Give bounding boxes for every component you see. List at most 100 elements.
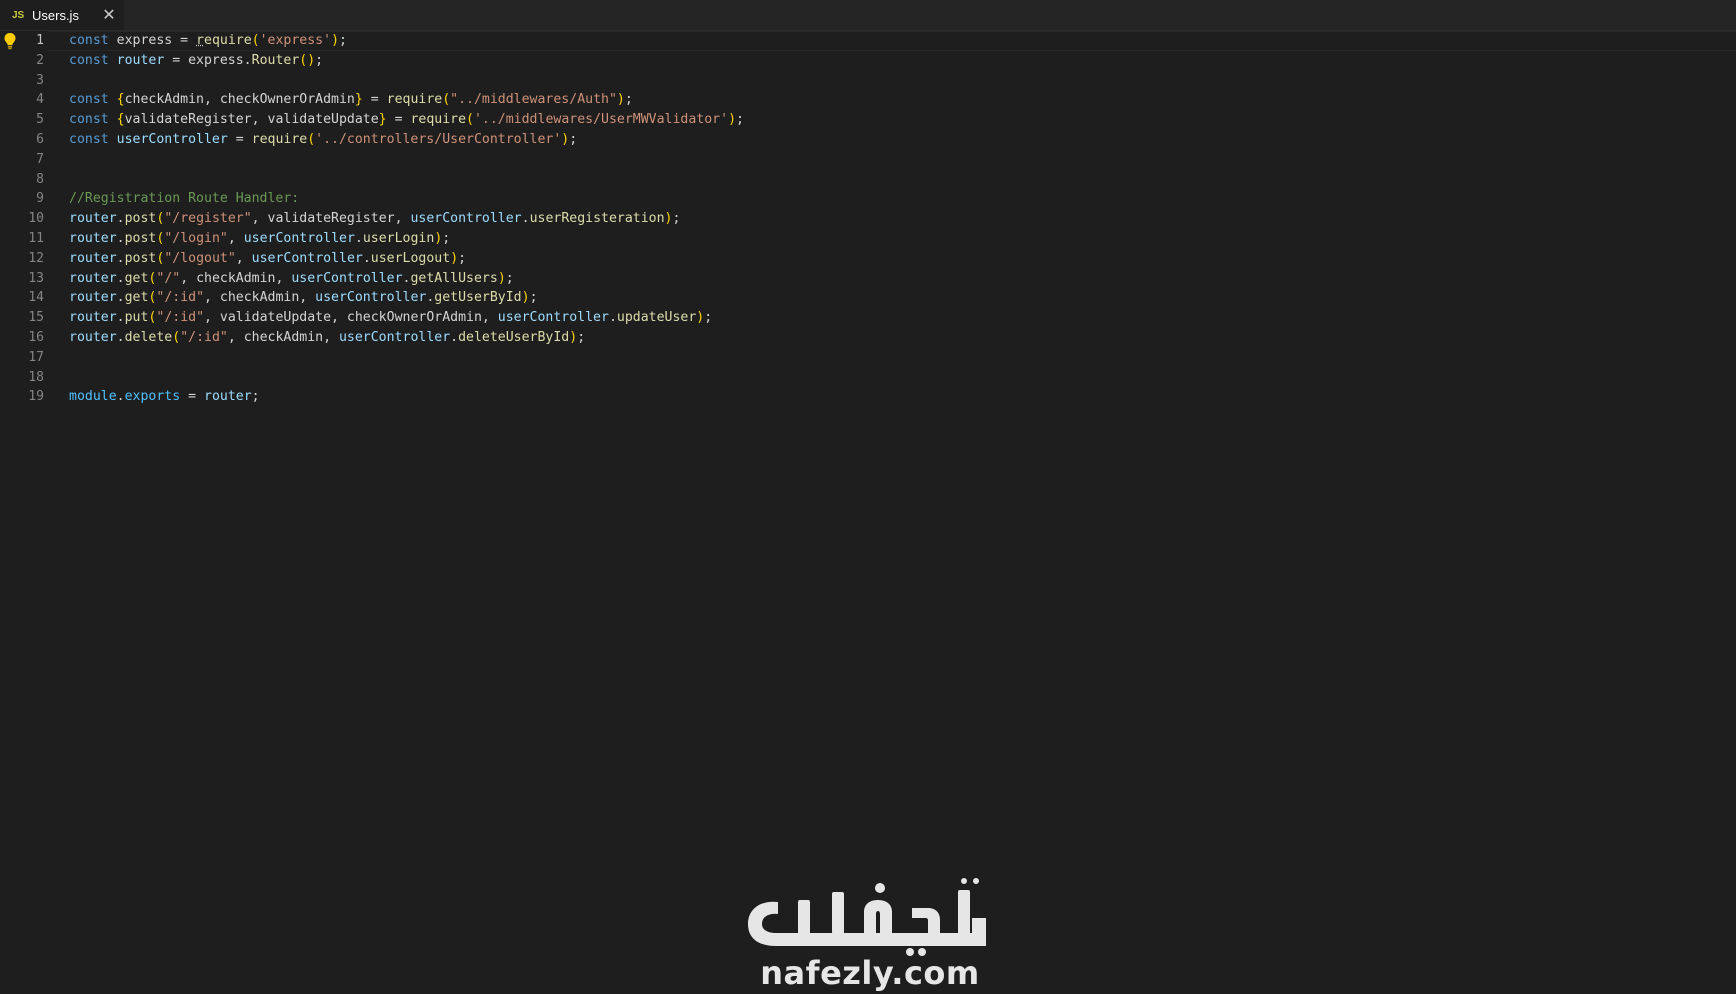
code-token: "/:id" — [156, 310, 205, 326]
code-token: userController — [116, 131, 228, 147]
code-line[interactable]: const userController = require('../contr… — [69, 130, 1719, 150]
code-token: exports — [124, 389, 181, 405]
code-token: ; — [251, 389, 260, 405]
code-token: const — [69, 92, 117, 108]
code-token: //Registration Route Handler: — [69, 191, 300, 207]
code-token: router — [204, 389, 252, 405]
code-token: updateUser — [616, 310, 697, 326]
code-token: router — [69, 230, 117, 246]
code-token: post — [124, 211, 157, 227]
code-token: module — [69, 389, 117, 405]
code-token: Router — [251, 52, 300, 68]
code-token: } — [354, 92, 363, 108]
code-token: ) — [331, 33, 340, 48]
code-line[interactable] — [69, 368, 1719, 388]
code-token: userController — [291, 270, 403, 286]
code-token: . — [362, 250, 371, 266]
code-token: const — [69, 131, 117, 147]
line-number: 8 — [36, 171, 44, 187]
code-token: getAllUsers — [410, 270, 498, 286]
line-number: 13 — [28, 270, 44, 286]
code-line[interactable]: const {checkAdmin, checkOwnerOrAdmin} = … — [69, 90, 1719, 110]
code-token: ; — [458, 250, 467, 266]
code-token: , checkAdmin, — [204, 290, 316, 306]
code-line[interactable]: module.exports = router; — [69, 387, 1719, 407]
code-token: router — [69, 211, 117, 227]
line-number: 9 — [36, 191, 44, 207]
code-token: router — [69, 290, 117, 306]
code-token: deleteUserById — [458, 329, 570, 345]
code-token: 'express' — [259, 33, 332, 48]
code-token: () — [299, 52, 316, 68]
code-line[interactable]: router.post("/register", validateRegiste… — [69, 209, 1719, 229]
code-token: . — [116, 211, 125, 227]
code-line[interactable]: //Registration Route Handler: — [69, 189, 1719, 209]
close-icon[interactable]: ✕ — [99, 4, 119, 24]
code-token: . — [116, 250, 125, 266]
code-token: { — [116, 112, 125, 128]
code-line[interactable]: router.post("/login", userController.use… — [69, 229, 1719, 249]
code-token: ) — [497, 270, 506, 286]
code-token: ( — [442, 92, 451, 108]
code-token: "/:id" — [156, 290, 205, 306]
code-token: , validateRegister, — [251, 211, 411, 227]
code-token: router — [69, 250, 117, 266]
code-token: ; — [442, 230, 451, 246]
code-token: userController — [251, 250, 363, 266]
code-line[interactable] — [69, 150, 1719, 170]
code-token: userController — [315, 290, 427, 306]
code-token: "/logout" — [164, 250, 236, 266]
code-token: . — [116, 290, 125, 306]
code-token: '../controllers/UserController' — [315, 131, 562, 147]
code-token: . — [116, 270, 125, 286]
code-line[interactable]: const router = express.Router(); — [69, 51, 1719, 71]
code-token: ; — [577, 329, 586, 345]
code-token: . — [116, 329, 125, 345]
line-number: 11 — [28, 230, 44, 246]
line-number: 2 — [36, 52, 44, 68]
code-editor[interactable]: 1 2 3 4 5 6 7 8 9 10 11 12 13 14 15 16 17 18 19 const expr… — [0, 31, 1736, 994]
code-token: "/login" — [164, 230, 228, 246]
code-token: "/:id" — [180, 329, 228, 345]
line-number: 19 — [28, 389, 44, 405]
tab-users-js[interactable]: JS Users.js ✕ — [0, 0, 124, 30]
code-token: ) — [616, 92, 625, 108]
code-token: , checkAdmin, — [227, 329, 339, 345]
code-token: , — [227, 230, 244, 246]
code-line[interactable]: const express = require('express'); — [69, 31, 1719, 51]
code-token: r — [196, 33, 204, 48]
code-line[interactable]: router.get("/:id", checkAdmin, userContr… — [69, 288, 1719, 308]
code-token: ( — [307, 131, 316, 147]
code-line[interactable]: router.delete("/:id", checkAdmin, userCo… — [69, 328, 1719, 348]
code-token: = — [386, 112, 411, 128]
code-token: userController — [243, 230, 355, 246]
code-token: ) — [728, 112, 737, 128]
code-token: getUserById — [434, 290, 522, 306]
code-token: get — [124, 270, 149, 286]
code-line[interactable]: router.put("/:id", validateUpdate, check… — [69, 308, 1719, 328]
code-token: . — [450, 329, 459, 345]
code-token: require — [251, 131, 308, 147]
code-line[interactable]: router.post("/logout", userController.us… — [69, 249, 1719, 269]
code-line[interactable] — [69, 170, 1719, 190]
code-line[interactable] — [69, 348, 1719, 368]
code-token: router — [69, 310, 117, 326]
code-token: equire — [204, 33, 252, 48]
code-line[interactable] — [69, 71, 1719, 91]
code-token: put — [124, 310, 149, 326]
code-token: . — [354, 230, 363, 246]
line-number: 14 — [28, 290, 44, 306]
code-token: ; — [736, 112, 744, 128]
code-token: '../middlewares/UserMWValidator' — [473, 112, 729, 128]
code-content[interactable]: const express = require('express'); const… — [69, 31, 1719, 407]
code-token: delete — [124, 329, 173, 345]
line-number-gutter: 1 2 3 4 5 6 7 8 9 10 11 12 13 14 15 16 17 18 19 — [14, 31, 44, 994]
code-token: userController — [497, 310, 609, 326]
code-token: = — [362, 92, 387, 108]
code-line[interactable]: router.get("/", checkAdmin, userControll… — [69, 269, 1719, 289]
code-token: "/register" — [164, 211, 252, 227]
code-token: , checkAdmin, — [180, 270, 292, 286]
code-token: . — [116, 310, 125, 326]
code-token: "/" — [156, 270, 181, 286]
code-line[interactable]: const {validateRegister, validateUpdate}… — [69, 110, 1719, 130]
